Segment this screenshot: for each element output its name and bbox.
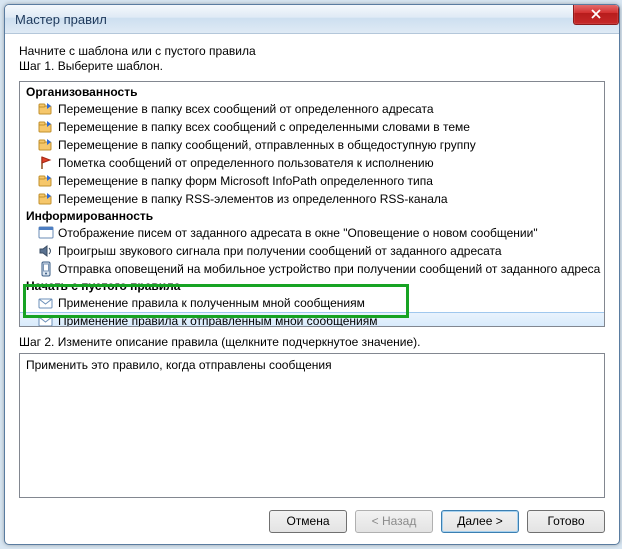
intro-line-1: Начните с шаблона или с пустого правила: [19, 44, 605, 58]
close-button[interactable]: [573, 4, 619, 25]
list-item-label: Применение правила к полученным мной соо…: [58, 296, 365, 310]
button-bar: Отмена < Назад Далее > Готово: [5, 498, 619, 544]
list-item-label: Применение правила к отправленным мной с…: [58, 314, 378, 327]
back-button[interactable]: < Назад: [355, 510, 433, 533]
folder-move-icon: [38, 173, 54, 189]
group-header-informed: Информированность: [20, 208, 604, 224]
list-item[interactable]: Применение правила к полученным мной соо…: [20, 294, 604, 312]
folder-move-icon: [38, 101, 54, 117]
list-item-label: Перемещение в папку форм Microsoft InfoP…: [58, 174, 433, 188]
template-list-inner: Организованность Перемещение в папку все…: [20, 82, 604, 327]
folder-move-icon: [38, 191, 54, 207]
next-button[interactable]: Далее >: [441, 510, 519, 533]
titlebar: Мастер правил: [5, 5, 619, 34]
folder-move-icon: [38, 119, 54, 135]
list-item[interactable]: Проигрыш звукового сигнала при получении…: [20, 242, 604, 260]
flag-icon: [38, 155, 54, 171]
intro-line-2: Шаг 1. Выберите шаблон.: [19, 59, 605, 73]
list-item-label: Отправка оповещений на мобильное устройс…: [58, 262, 600, 276]
rule-description-text: Применить это правило, когда отправлены …: [26, 358, 332, 372]
rule-description-box[interactable]: Применить это правило, когда отправлены …: [19, 353, 605, 498]
cancel-button[interactable]: Отмена: [269, 510, 347, 533]
list-item-label: Перемещение в папку всех сообщений с опр…: [58, 120, 470, 134]
list-item[interactable]: Перемещение в папку RSS-элементов из опр…: [20, 190, 604, 208]
list-item-label: Перемещение в папку сообщений, отправлен…: [58, 138, 476, 152]
list-item-selected[interactable]: Применение правила к отправленным мной с…: [20, 312, 604, 327]
list-item[interactable]: Перемещение в папку сообщений, отправлен…: [20, 136, 604, 154]
list-item[interactable]: Отправка оповещений на мобильное устройс…: [20, 260, 604, 278]
template-listbox[interactable]: Организованность Перемещение в папку все…: [19, 81, 605, 327]
group-header-organized: Организованность: [20, 84, 604, 100]
list-item[interactable]: Пометка сообщений от определенного польз…: [20, 154, 604, 172]
dialog-content: Начните с шаблона или с пустого правила …: [5, 34, 619, 498]
folder-move-icon: [38, 137, 54, 153]
intro-block: Начните с шаблона или с пустого правила …: [19, 44, 605, 73]
finish-button[interactable]: Готово: [527, 510, 605, 533]
list-item-label: Перемещение в папку всех сообщений от оп…: [58, 102, 434, 116]
list-item-label: Отображение писем от заданного адресата …: [58, 226, 538, 240]
list-item-label: Пометка сообщений от определенного польз…: [58, 156, 434, 170]
mobile-icon: [38, 261, 54, 277]
window-title: Мастер правил: [5, 12, 107, 27]
group-header-blank: Начать с пустого правила: [20, 278, 604, 294]
list-item[interactable]: Перемещение в папку всех сообщений с опр…: [20, 118, 604, 136]
list-item-label: Проигрыш звукового сигнала при получении…: [58, 244, 502, 258]
step2-label: Шаг 2. Измените описание правила (щелкни…: [19, 335, 605, 349]
list-item[interactable]: Перемещение в папку форм Microsoft InfoP…: [20, 172, 604, 190]
mail-in-icon: [38, 295, 54, 311]
alert-window-icon: [38, 225, 54, 241]
list-item-label: Перемещение в папку RSS-элементов из опр…: [58, 192, 448, 206]
close-icon: [591, 9, 601, 19]
dialog-window: Мастер правил Начните с шаблона или с пу…: [4, 4, 620, 545]
speaker-icon: [38, 243, 54, 259]
mail-out-icon: [38, 313, 54, 327]
list-item[interactable]: Перемещение в папку всех сообщений от оп…: [20, 100, 604, 118]
list-item[interactable]: Отображение писем от заданного адресата …: [20, 224, 604, 242]
